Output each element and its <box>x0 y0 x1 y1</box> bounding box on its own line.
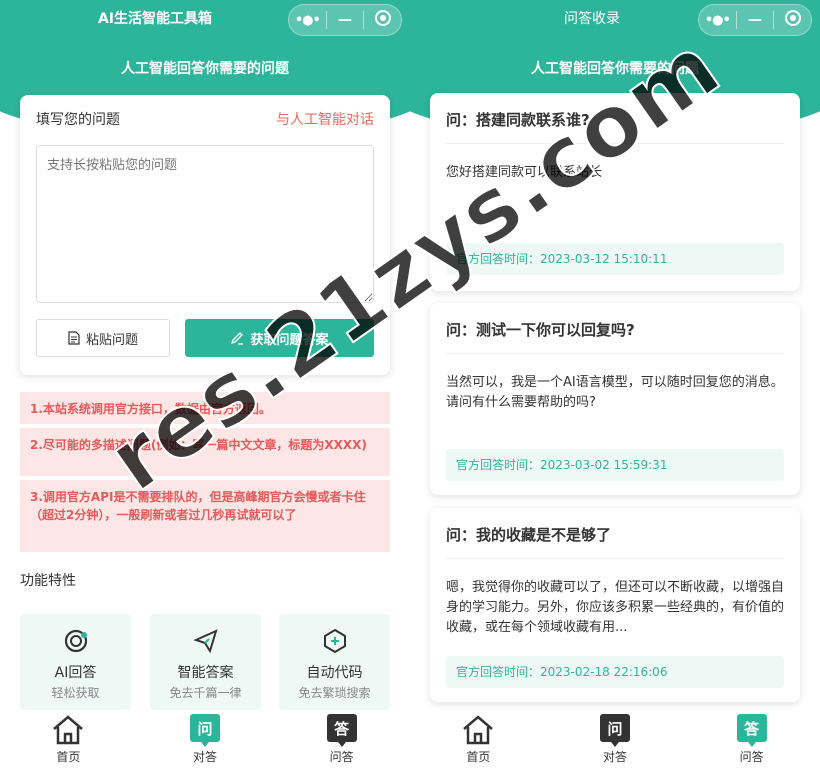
tab-home[interactable]: 首页 <box>0 710 137 769</box>
page-subtitle: 人工智能回答你需要的问题 <box>121 61 289 77</box>
mini-program-capsule[interactable]: •●• — <box>288 4 402 36</box>
get-answer-button[interactable]: 获取问题答案 <box>185 319 374 357</box>
feature-name: AI回答 <box>54 665 97 681</box>
divider <box>446 558 784 559</box>
tab-home[interactable]: 首页 <box>410 710 547 769</box>
feature-ai-answer[interactable]: AI回答 轻松获取 <box>20 614 131 710</box>
tab-label: 问答 <box>329 750 354 764</box>
question-text: 问：测试一下你可以回复吗? <box>446 321 635 339</box>
question-text: 问：我的收藏是不是够了 <box>446 526 612 544</box>
ask-icon: 问 <box>600 714 630 747</box>
close-icon[interactable] <box>364 10 401 30</box>
answer-time: 官方回答时间：2023-02-18 22:16:06 <box>446 656 784 688</box>
ask-icon: 问 <box>190 714 220 747</box>
question-form: 填写您的问题 与人工智能对话 粘贴问题 获取问题答案 <box>20 95 390 375</box>
notice-item: 1.本站系统调用官方接口，数据由官方返回。 <box>20 392 390 424</box>
more-icon[interactable]: •●• <box>699 13 736 28</box>
feature-smart-answer[interactable]: 智能答案 免去千篇一律 <box>150 614 261 710</box>
feature-name: 自动代码 <box>306 665 363 681</box>
paste-button[interactable]: 粘贴问题 <box>36 319 170 357</box>
question-text: 问：搭建同款联系谁? <box>446 111 590 129</box>
feature-desc: 免去千篇一律 <box>169 686 242 700</box>
tab-bar: 首页 问 对答 答 问答 <box>0 710 410 769</box>
page-subtitle: 人工智能回答你需要的问题 <box>531 61 699 77</box>
feature-auto-code[interactable]: 自动代码 免去繁琐搜索 <box>279 614 390 710</box>
feature-desc: 轻松获取 <box>51 686 100 700</box>
notice-item: 3.调用官方API是不需要排队的，但是高峰期官方会慢或者卡住（超过2分钟），一般… <box>20 480 390 552</box>
qa-collection-screen: 问答收录 •●• — 人工智能回答你需要的问题 问：搭建同款联系谁? 您好搭建同… <box>410 0 820 769</box>
ai-chat-link[interactable]: 与人工智能对话 <box>276 109 374 129</box>
tab-label: 对答 <box>603 750 628 764</box>
qa-card[interactable]: 问：测试一下你可以回复吗? 当然可以，我是一个AI语言模型，可以随时回复您的消息… <box>430 303 800 495</box>
ai-icon <box>63 628 89 654</box>
close-icon[interactable] <box>774 10 811 30</box>
notice-item: 2.尽可能的多描述问题(例如：写一篇中文文章，标题为XXXX) <box>20 428 390 476</box>
question-label: 填写您的问题 <box>36 112 120 128</box>
get-answer-label: 获取问题答案 <box>250 332 329 348</box>
tab-label: 首页 <box>466 750 491 764</box>
tab-qa[interactable]: 答 问答 <box>273 710 410 769</box>
tab-label: 首页 <box>56 750 81 764</box>
paste-button-label: 粘贴问题 <box>85 332 138 348</box>
answer-icon: 答 <box>326 714 357 747</box>
question-input[interactable] <box>36 145 374 303</box>
document-icon <box>68 331 80 345</box>
answer-text: 当然可以，我是一个AI语言模型，可以随时回复您的消息。请问有什么需要帮助的吗? <box>446 375 784 410</box>
divider <box>446 143 784 144</box>
feature-name: 智能答案 <box>177 665 234 681</box>
paper-plane-icon <box>192 628 219 654</box>
home-icon <box>463 715 494 745</box>
more-icon[interactable]: •●• <box>289 13 326 28</box>
tab-bar: 首页 问 对答 答 问答 <box>410 710 820 769</box>
answer-text: 您好搭建同款可以联系站长 <box>446 165 603 180</box>
answer-time: 官方回答时间：2023-03-12 15:10:11 <box>446 243 784 275</box>
answer-time: 官方回答时间：2023-03-02 15:59:31 <box>446 449 784 481</box>
tab-label: 问答 <box>739 750 764 764</box>
minimize-icon[interactable]: — <box>327 12 364 28</box>
home-icon <box>53 715 84 745</box>
answer-icon: 答 <box>736 714 767 747</box>
answer-text: 嗯，我觉得你的收藏可以了，但还可以不断收藏，以增强自身的学习能力。另外，你应该多… <box>446 580 784 635</box>
feature-desc: 免去繁琐搜索 <box>298 686 371 700</box>
edit-icon <box>231 332 244 345</box>
qa-card[interactable]: 问：搭建同款联系谁? 您好搭建同款可以联系站长 官方回答时间：2023-03-1… <box>430 93 800 291</box>
divider <box>446 353 784 354</box>
tab-label: 对答 <box>193 750 218 764</box>
hexagon-icon <box>322 628 348 654</box>
home-screen: AI生活智能工具箱 •●• — 人工智能回答你需要的问题 填写您的问题 与人工智… <box>0 0 410 769</box>
minimize-icon[interactable]: — <box>737 12 774 28</box>
tab-dialog[interactable]: 问 对答 <box>547 710 684 769</box>
qa-card[interactable]: 问：我的收藏是不是够了 嗯，我觉得你的收藏可以了，但还可以不断收藏，以增强自身的… <box>430 508 800 702</box>
tab-dialog[interactable]: 问 对答 <box>137 710 274 769</box>
features-title: 功能特性 <box>20 573 76 589</box>
tab-qa[interactable]: 答 问答 <box>683 710 820 769</box>
mini-program-capsule[interactable]: •●• — <box>698 4 812 36</box>
